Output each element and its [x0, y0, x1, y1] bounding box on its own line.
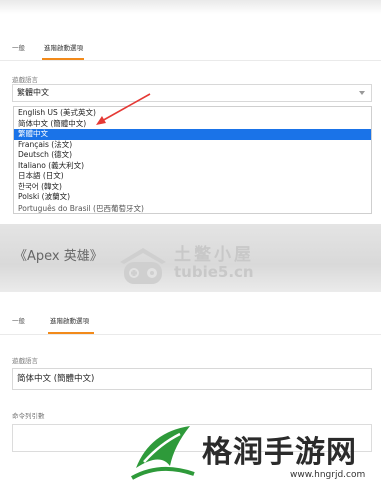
dropdown-option[interactable]: Italiano (義大利文) — [14, 161, 371, 172]
language-select[interactable]: 简体中文 (簡體中文) — [12, 368, 372, 390]
watermark-brand: 格润手游网 www.hngrjd.com — [130, 422, 380, 482]
dropdown-option[interactable]: Deutsch (德文) — [14, 150, 371, 161]
tab-advanced-launch[interactable]: 進階啟動選項 — [50, 315, 89, 325]
tabs-divider — [0, 60, 381, 61]
tab-general[interactable]: 一般 — [12, 42, 25, 52]
language-select-value: 简体中文 (簡體中文) — [17, 374, 95, 384]
dropdown-option[interactable]: English US (美式英文) — [14, 108, 371, 119]
language-label: 遊戲語言 — [12, 357, 38, 365]
watermark-name: 土鳖小屋 — [174, 245, 254, 265]
dropdown-option[interactable]: 한국어 (韓文) — [14, 182, 371, 193]
language-select-value: 繁體中文 — [17, 88, 49, 97]
dropdown-option[interactable]: 简体中文 (簡體中文) — [14, 119, 371, 130]
settings-panel-top: 一般 進階啟動選項 遊戲語言 繁體中文 English US (美式英文) 简体… — [0, 0, 381, 224]
chevron-down-icon — [359, 91, 365, 95]
language-label: 遊戲語言 — [12, 76, 38, 84]
watermark-url: www.hngrjd.com — [290, 470, 366, 480]
dropdown-option[interactable]: Português do Brasil (巴西葡萄牙文) — [14, 204, 371, 213]
settings-panel-bottom: 一般 進階啟動選項 遊戲語言 简体中文 (簡體中文) 命令列引數 格润手游网 w… — [0, 292, 381, 491]
watermark-url: tubie5.cn — [174, 263, 254, 281]
language-select[interactable]: 繁體中文 — [12, 84, 372, 102]
tab-advanced-launch[interactable]: 進階啟動選項 — [44, 42, 83, 52]
top-fade — [0, 0, 381, 14]
command-line-label: 命令列引數 — [12, 412, 45, 420]
dropdown-option[interactable]: 日本語 (日文) — [14, 171, 371, 182]
gamepad-icon — [120, 248, 166, 284]
leaf-logo-icon — [131, 426, 195, 480]
game-title-band: 《Apex 英雄》 土鳖小屋 tubie5.cn — [0, 224, 381, 292]
language-dropdown-list[interactable]: English US (美式英文) 简体中文 (簡體中文) 繁體中文 Franç… — [13, 106, 372, 214]
game-title: 《Apex 英雄》 — [14, 249, 103, 264]
dropdown-option[interactable]: Français (法文) — [14, 140, 371, 151]
dropdown-option[interactable]: Polski (波蘭文) — [14, 192, 371, 203]
dropdown-option-selected[interactable]: 繁體中文 — [14, 129, 371, 140]
tabs-divider — [0, 334, 381, 335]
tab-general[interactable]: 一般 — [12, 315, 25, 325]
watermark-name: 格润手游网 — [202, 435, 357, 470]
